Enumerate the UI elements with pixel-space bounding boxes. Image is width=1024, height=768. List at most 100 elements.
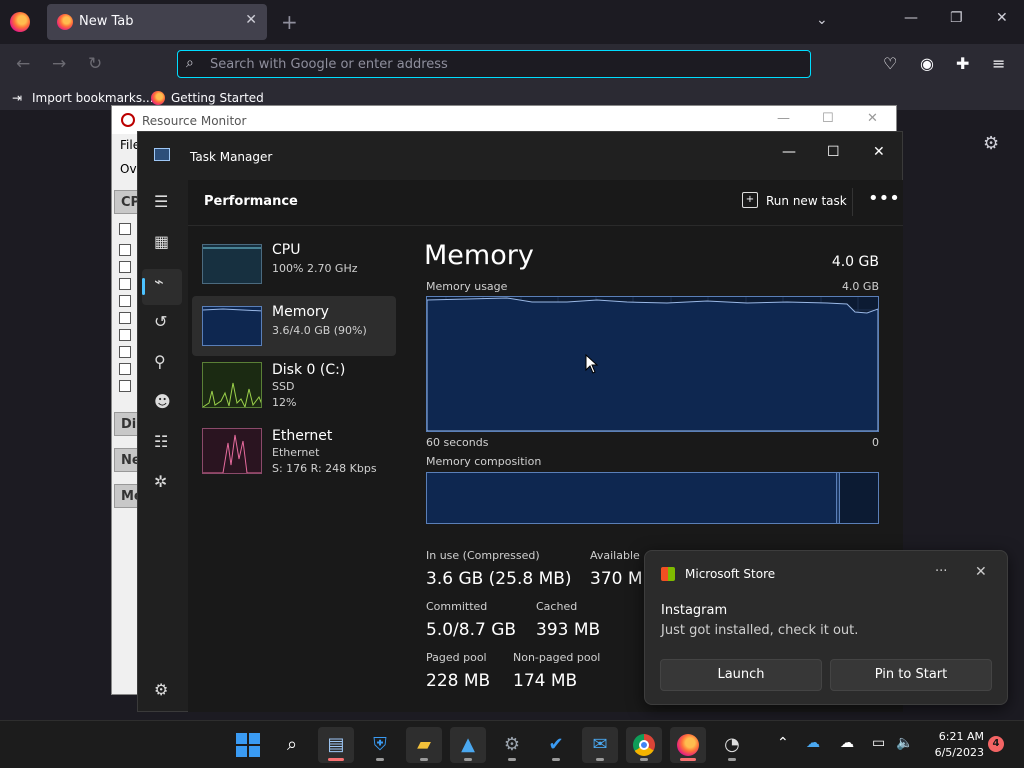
- run-new-task-button[interactable]: Run new task: [766, 194, 847, 208]
- newtab-settings-icon[interactable]: ⚙: [983, 133, 999, 154]
- start-icon[interactable]: [230, 727, 266, 763]
- notification-badge[interactable]: 4: [988, 736, 1004, 752]
- extensions-icon[interactable]: ✚: [956, 54, 969, 73]
- firefox-menu-icon[interactable]: [10, 12, 30, 32]
- perf-item-ethernet[interactable]: Ethernet Ethernet S: 176 R: 248 Kbps: [192, 426, 396, 486]
- rm-tab-overview[interactable]: Ov: [120, 162, 137, 176]
- run-new-task-icon[interactable]: +: [742, 192, 758, 208]
- toast-launch-button[interactable]: Launch: [660, 659, 822, 691]
- account-icon[interactable]: ◉: [920, 54, 934, 73]
- rm-checkbox[interactable]: [119, 261, 131, 273]
- users-icon[interactable]: ☻: [154, 392, 171, 411]
- toast-pin-button[interactable]: Pin to Start: [830, 659, 992, 691]
- new-tab-button[interactable]: +: [281, 10, 298, 34]
- perf-sub-ethernet-rate: S: 176 R: 248 Kbps: [272, 462, 377, 475]
- file-explorer-taskbar-icon[interactable]: ▰: [406, 727, 442, 763]
- clock[interactable]: 6:21 AM 6/5/2023: [920, 729, 984, 761]
- tm-maximize-icon[interactable]: ☐: [827, 144, 840, 160]
- perf-item-memory[interactable]: Memory 3.6/4.0 GB (90%): [192, 296, 396, 356]
- rm-checkbox[interactable]: [119, 363, 131, 375]
- details-icon[interactable]: ☷: [154, 432, 168, 451]
- rm-minimize-icon[interactable]: —: [777, 111, 790, 126]
- settings-icon[interactable]: ⚙: [154, 680, 168, 699]
- mail-taskbar-icon[interactable]: ✉: [582, 727, 618, 763]
- tm-close-icon[interactable]: ✕: [873, 144, 885, 160]
- tm-minimize-icon[interactable]: —: [782, 144, 796, 160]
- network-icon[interactable]: ▭: [872, 735, 885, 751]
- task-manager-titlebar: Task Manager — ☐ ✕: [138, 132, 902, 180]
- resource-monitor-titlebar: Resource Monitor — ☐ ✕: [112, 106, 896, 134]
- perf-item-disk[interactable]: Disk 0 (C:) SSD 12%: [192, 360, 396, 420]
- rm-checkbox[interactable]: [119, 223, 131, 235]
- more-options-icon[interactable]: •••: [868, 188, 900, 209]
- toast-more-icon[interactable]: ···: [935, 564, 947, 579]
- app-history-icon[interactable]: ↺: [154, 312, 167, 331]
- navigation-rail: ☰ ▦ ⌁ ↺ ⚲ ☻ ☷ ✲ ⚙: [138, 180, 188, 713]
- services-icon[interactable]: ✲: [154, 472, 167, 491]
- composition-in-use[interactable]: [427, 473, 837, 523]
- tab-new-tab[interactable]: New Tab ✕: [47, 4, 267, 40]
- forward-icon[interactable]: →: [52, 54, 66, 74]
- restore-browser-icon[interactable]: ❐: [950, 10, 963, 26]
- graph-time-left: 60 seconds: [426, 436, 489, 449]
- task-manager-title: Task Manager: [190, 150, 273, 164]
- rm-checkbox[interactable]: [119, 380, 131, 392]
- bookmark-import[interactable]: Import bookmarks...: [32, 91, 154, 105]
- rm-maximize-icon[interactable]: ☐: [822, 111, 834, 126]
- cloud-offline-icon[interactable]: ☁: [840, 735, 854, 751]
- rm-checkbox[interactable]: [119, 295, 131, 307]
- minimize-browser-icon[interactable]: —: [904, 10, 918, 26]
- close-browser-icon[interactable]: ✕: [996, 10, 1008, 26]
- performance-header: Performance + Run new task •••: [188, 180, 903, 226]
- rm-checkbox[interactable]: [119, 346, 131, 358]
- pocket-icon[interactable]: ♡: [883, 54, 897, 73]
- resource-monitor-taskbar-icon[interactable]: ◔: [714, 727, 750, 763]
- task-manager-app-icon: [154, 148, 170, 161]
- ethernet-thumbnail-line: [203, 434, 261, 473]
- taskbar-running-indicator: [464, 758, 472, 761]
- processes-icon[interactable]: ▦: [154, 232, 169, 251]
- search-taskbar-icon[interactable]: ⌕: [274, 727, 310, 763]
- close-tab-icon[interactable]: ✕: [245, 12, 257, 28]
- toast-close-icon[interactable]: ✕: [975, 564, 987, 580]
- rm-checkbox[interactable]: [119, 312, 131, 324]
- memory-total: 4.0 GB: [831, 254, 879, 270]
- show-hidden-icons-icon[interactable]: ⌃: [777, 735, 789, 751]
- rm-close-icon[interactable]: ✕: [867, 111, 878, 126]
- bookmark-getting-started[interactable]: Getting Started: [171, 91, 264, 105]
- url-bar[interactable]: ⌕ Search with Google or enter address: [177, 50, 811, 78]
- rm-checkbox[interactable]: [119, 278, 131, 290]
- taskbar-running-indicator: [728, 758, 736, 761]
- chrome-logo: [633, 734, 655, 756]
- stat-value-in-use: 3.6 GB (25.8 MB): [426, 569, 572, 589]
- volume-icon[interactable]: 🔈: [896, 735, 913, 751]
- security-taskbar-icon[interactable]: ⛨: [362, 727, 398, 763]
- performance-icon[interactable]: ⌁: [154, 272, 164, 291]
- todo-taskbar-icon[interactable]: ✔: [538, 727, 574, 763]
- onedrive-icon[interactable]: ☁: [806, 735, 820, 751]
- reload-icon[interactable]: ↻: [88, 54, 102, 74]
- list-all-tabs-icon[interactable]: ⌄: [816, 12, 828, 28]
- photos-taskbar-icon[interactable]: ▲: [450, 727, 486, 763]
- page-title: Performance: [204, 194, 298, 209]
- perf-name-ethernet: Ethernet: [272, 428, 333, 444]
- perf-item-cpu[interactable]: CPU 100% 2.70 GHz: [192, 240, 396, 300]
- composition-modified[interactable]: [837, 473, 840, 523]
- stat-label-cached: Cached: [536, 600, 578, 613]
- chrome-taskbar-icon[interactable]: [626, 727, 662, 763]
- header-divider: [852, 188, 853, 216]
- hamburger-menu-icon[interactable]: ≡: [992, 54, 1005, 73]
- startup-apps-icon[interactable]: ⚲: [154, 352, 166, 371]
- toast-body: Just got installed, check it out.: [661, 623, 859, 638]
- toast-app-name: Microsoft Store: [685, 567, 776, 581]
- back-icon[interactable]: ←: [16, 54, 30, 74]
- firefox-taskbar-icon[interactable]: [670, 727, 706, 763]
- settings-taskbar-icon[interactable]: ⚙: [494, 727, 530, 763]
- task-manager-taskbar-icon[interactable]: ▤: [318, 727, 354, 763]
- rm-checkbox[interactable]: [119, 329, 131, 341]
- toast-notification[interactable]: Microsoft Store ··· ✕ Instagram Just got…: [644, 550, 1008, 705]
- memory-usage-max: 4.0 GB: [841, 280, 879, 293]
- stat-label-non-paged-pool: Non-paged pool: [513, 651, 601, 664]
- rm-checkbox[interactable]: [119, 244, 131, 256]
- hamburger-icon[interactable]: ☰: [154, 192, 168, 211]
